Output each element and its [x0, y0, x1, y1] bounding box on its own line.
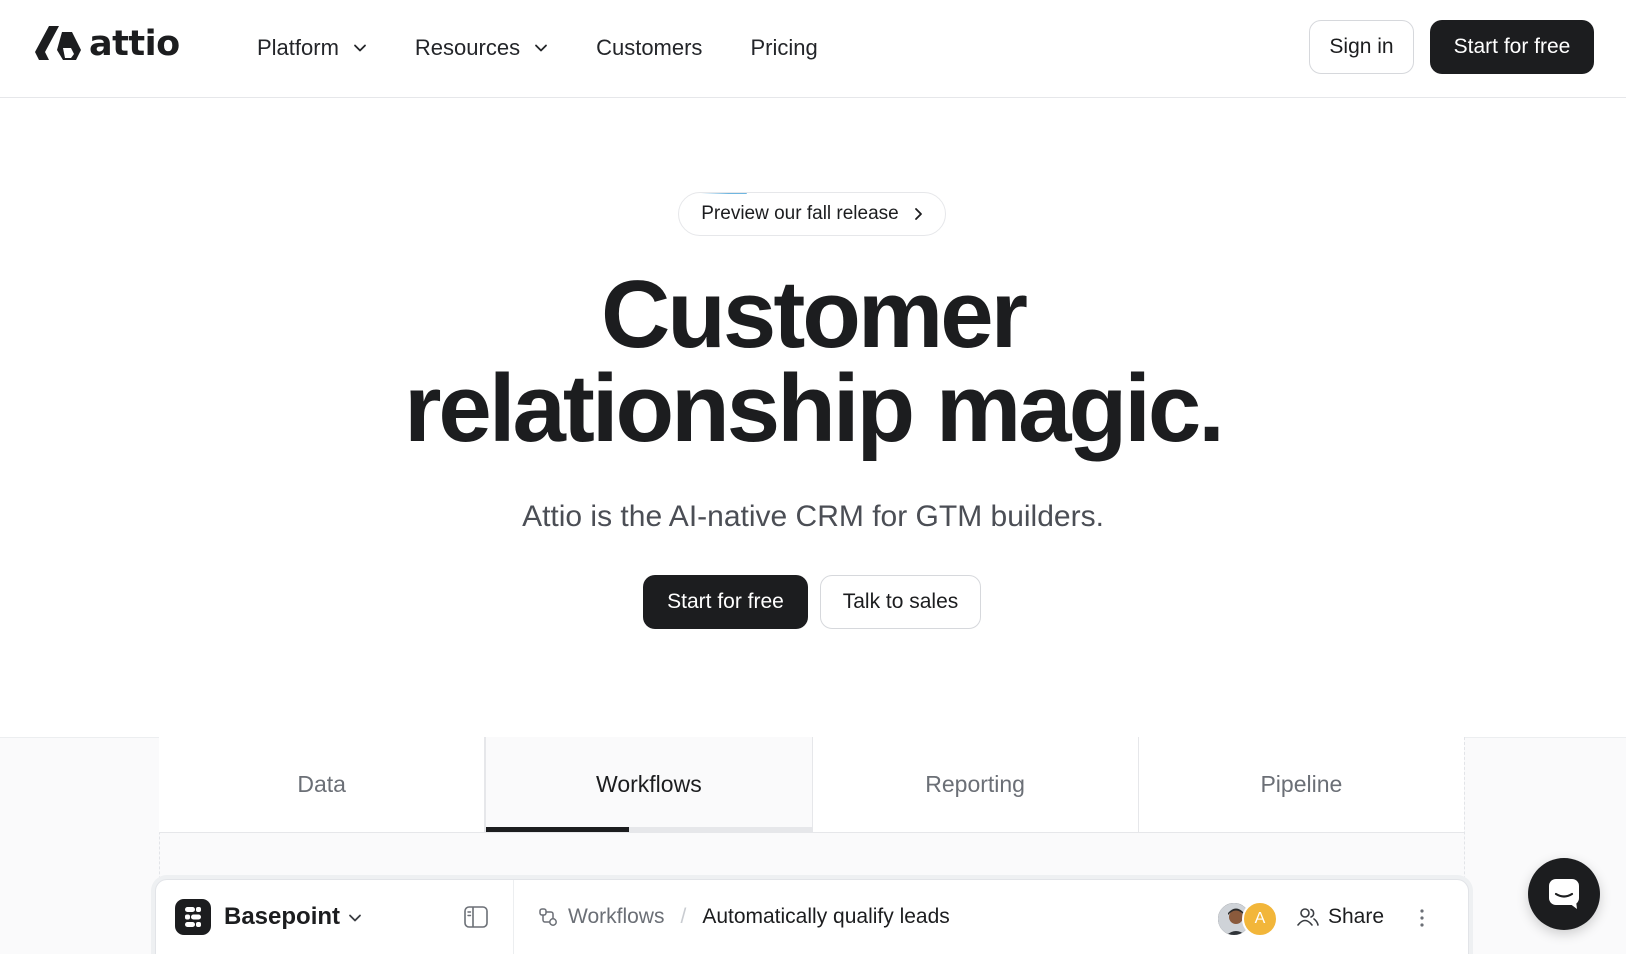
workspace-name[interactable]: Basepoint	[224, 903, 340, 931]
nav-resources[interactable]: Resources	[415, 35, 548, 61]
sidebar-toggle-icon[interactable]	[464, 906, 488, 928]
chat-icon	[1549, 879, 1579, 909]
more-vertical-icon[interactable]	[1419, 908, 1425, 928]
workspace-switcher-area: Basepoint	[156, 880, 514, 954]
avatar-initial: A	[1242, 901, 1278, 937]
nav-customers[interactable]: Customers	[596, 35, 702, 61]
breadcrumb-separator: /	[680, 905, 687, 928]
logo[interactable]: attio	[35, 24, 180, 64]
hero-subtitle: Attio is the AI-native CRM for GTM build…	[522, 500, 1104, 533]
nav-platform[interactable]: Platform	[257, 35, 367, 61]
nav-platform-label: Platform	[257, 35, 339, 60]
users-icon	[1297, 908, 1319, 926]
tab-pipeline-label: Pipeline	[1260, 771, 1343, 797]
hero-title-line1: Customer	[600, 261, 1028, 368]
chevron-right-icon	[914, 208, 922, 220]
tab-reporting-label: Reporting	[925, 771, 1025, 797]
sign-in-button[interactable]: Sign in	[1309, 20, 1414, 74]
tab-data-label: Data	[297, 771, 346, 797]
breadcrumb-workflows[interactable]: Workflows	[568, 905, 664, 929]
tab-reporting[interactable]: Reporting	[813, 737, 1139, 832]
workspace-logo-glyph	[185, 907, 201, 927]
tab-progress-bar	[486, 827, 630, 832]
start-for-free-header-button[interactable]: Start for free	[1430, 20, 1594, 74]
collaborator-avatars[interactable]: A	[1216, 901, 1280, 937]
site-header: attio Platform Resources Customers Prici…	[0, 0, 1626, 98]
tab-pipeline[interactable]: Pipeline	[1139, 737, 1464, 832]
tab-workflows-label: Workflows	[596, 771, 702, 797]
tab-data[interactable]: Data	[159, 737, 486, 832]
talk-to-sales-button[interactable]: Talk to sales	[820, 575, 981, 629]
breadcrumb: Workflows / Automatically qualify leads	[538, 905, 950, 929]
tab-workflows[interactable]: Workflows	[485, 737, 813, 832]
share-button[interactable]: Share	[1297, 905, 1384, 929]
start-for-free-button[interactable]: Start for free	[643, 575, 808, 629]
nav-pricing[interactable]: Pricing	[750, 35, 817, 61]
app-preview-window: Basepoint Workflows / Automatically qual…	[155, 879, 1469, 954]
workspace-logo-icon[interactable]	[175, 899, 211, 935]
announcement-pill[interactable]: Preview our fall release	[678, 192, 946, 236]
nav-pricing-label: Pricing	[750, 35, 818, 60]
announcement-text: Preview our fall release	[701, 203, 899, 224]
chevron-down-icon[interactable]	[348, 911, 362, 925]
main-nav: Platform Resources Customers Pricing	[257, 30, 866, 66]
feature-tabs: Data Workflows Reporting Pipeline	[159, 737, 1464, 833]
workflow-icon	[539, 908, 557, 926]
hero-title-line2: relationship magic.	[404, 355, 1225, 462]
chevron-down-icon	[535, 44, 547, 52]
chat-launcher-button[interactable]	[1528, 858, 1600, 930]
share-label: Share	[1328, 905, 1385, 928]
nav-customers-label: Customers	[596, 35, 703, 60]
nav-resources-label: Resources	[414, 35, 521, 60]
chevron-down-icon	[354, 44, 366, 52]
logo-mark-icon	[35, 26, 81, 60]
logo-text: attio	[89, 24, 180, 64]
breadcrumb-current-page: Automatically qualify leads	[702, 905, 950, 928]
hero-title: Customer relationship magic.	[0, 261, 1626, 462]
